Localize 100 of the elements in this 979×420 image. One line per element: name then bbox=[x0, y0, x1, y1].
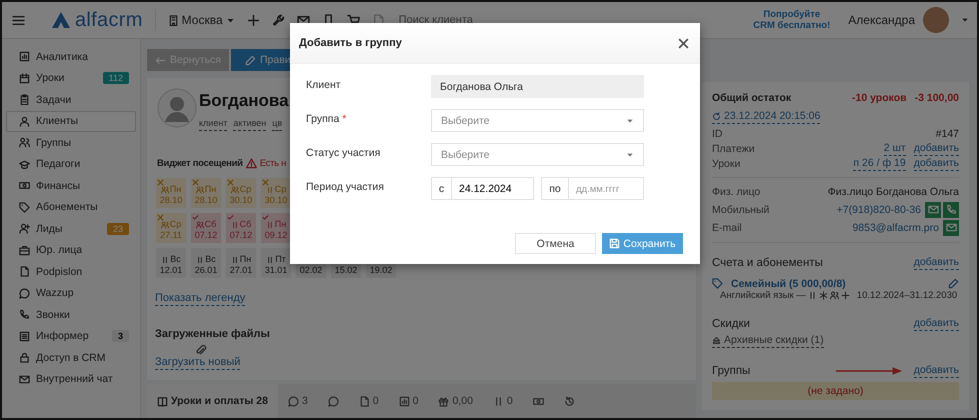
caret-icon[interactable] bbox=[961, 16, 969, 24]
close-button[interactable] bbox=[677, 36, 690, 50]
logo-icon bbox=[51, 11, 71, 29]
upload-link[interactable]: Загрузить новый bbox=[155, 356, 240, 370]
save-button[interactable]: Сохранить bbox=[602, 233, 683, 254]
chat-bubble-icon bbox=[19, 288, 30, 299]
field-label: Период участия bbox=[306, 181, 384, 193]
sidebar-item[interactable]: Юр. лица bbox=[6, 240, 136, 261]
section-title: Группы bbox=[712, 364, 750, 377]
asterisk-icon bbox=[818, 290, 828, 300]
menu-icon[interactable] bbox=[12, 14, 25, 26]
tab[interactable]: 0 bbox=[348, 384, 389, 418]
value-link[interactable]: добавить bbox=[914, 142, 959, 156]
date-field[interactable]: дд.мм.гггг bbox=[569, 177, 644, 200]
tab[interactable]: 0,00 bbox=[428, 384, 483, 418]
sidebar-item[interactable]: Podpislon bbox=[6, 261, 136, 282]
attendance-cell[interactable]: Пн 27.01 bbox=[226, 248, 256, 278]
add-link[interactable]: добавить bbox=[914, 316, 959, 331]
envelope-icon bbox=[928, 204, 938, 216]
status-tag[interactable]: активен bbox=[233, 117, 266, 132]
sidebar-item[interactable]: Аналитика bbox=[6, 46, 136, 68]
pencil-icon[interactable] bbox=[948, 278, 959, 290]
legend-link[interactable]: Показать легенду bbox=[155, 292, 246, 306]
users-icon bbox=[19, 137, 30, 148]
save-icon bbox=[609, 238, 620, 249]
caret-icon bbox=[626, 150, 634, 158]
sidebar-item[interactable]: Лиды 23 bbox=[6, 218, 136, 240]
sidebar-item[interactable]: Доступ в CRM bbox=[6, 347, 136, 368]
sidebar-item[interactable]: Wazzup bbox=[6, 282, 136, 304]
sidebar-item[interactable]: Клиенты bbox=[6, 110, 136, 132]
envelope-icon bbox=[946, 222, 956, 234]
field-label: Физ. лицо bbox=[712, 186, 760, 198]
add-link[interactable]: добавить bbox=[914, 256, 959, 270]
check-icon bbox=[227, 214, 234, 222]
field-value: Физ.лицо Богданова Ольга bbox=[828, 186, 959, 198]
tab[interactable]: 0 bbox=[388, 384, 428, 418]
wrench-icon[interactable] bbox=[272, 14, 285, 26]
attendance-cell[interactable]: Ср 27.11 bbox=[156, 213, 186, 244]
sidebar-item[interactable]: Задачи bbox=[6, 89, 136, 110]
avatar-icon bbox=[157, 88, 197, 128]
value-link[interactable]: добавить bbox=[914, 157, 959, 172]
envelope-icon bbox=[19, 374, 30, 385]
user-icon bbox=[19, 116, 30, 127]
attendance-cell[interactable]: Пн 09.12 bbox=[261, 213, 291, 244]
attendance-cell[interactable]: Сб 07.12 bbox=[226, 213, 256, 244]
status-tag[interactable]: клиент bbox=[199, 117, 228, 132]
archive-link[interactable]: Архивные скидки (1) bbox=[712, 334, 824, 348]
attendance-cell[interactable]: Пт 31.01 bbox=[261, 248, 291, 278]
phone-icon bbox=[19, 309, 30, 320]
subscription-name[interactable]: Семейный (5 000,00/8) bbox=[731, 278, 846, 290]
select-field[interactable]: Выберите bbox=[431, 109, 644, 132]
plus-icon bbox=[840, 290, 850, 300]
status-tag[interactable]: цв bbox=[272, 117, 282, 132]
search-field[interactable]: Поиск клиента bbox=[396, 13, 521, 27]
paperclip-icon bbox=[195, 344, 207, 356]
promo-link[interactable]: Попробуйте CRM бесплатно! bbox=[753, 9, 830, 31]
updated-link[interactable]: 23.12.2024 20:15:06 bbox=[712, 110, 820, 124]
user-name[interactable]: Александра bbox=[848, 13, 915, 27]
value-link[interactable]: п 26 / ф 19 bbox=[853, 157, 906, 172]
attendance-cell[interactable]: Ср 30.10 bbox=[261, 178, 291, 208]
attendance-cell[interactable]: Вс 12.01 bbox=[156, 248, 186, 278]
sidebar-item[interactable]: Группы bbox=[6, 132, 136, 154]
avatar[interactable] bbox=[923, 7, 949, 33]
attendance-cell[interactable]: Ср 30.10 bbox=[226, 178, 256, 208]
add-link[interactable]: добавить bbox=[914, 364, 959, 378]
value-link[interactable]: 2 шт bbox=[884, 142, 906, 156]
count-badge: 3 bbox=[112, 330, 129, 342]
tab[interactable]: 3 bbox=[278, 384, 318, 418]
arrow-left-icon bbox=[155, 54, 166, 66]
empty-notice: (не задано) bbox=[712, 382, 959, 400]
call-button[interactable] bbox=[943, 202, 959, 218]
client-name: Богданова bbox=[199, 91, 289, 112]
field-value[interactable]: +7(918)820-80-36 bbox=[836, 204, 921, 216]
date-field[interactable]: 24.12.2024 bbox=[452, 177, 534, 200]
chart-icon bbox=[19, 51, 30, 62]
sidebar-item[interactable]: Абонементы bbox=[6, 196, 136, 218]
warning-text: Есть н bbox=[260, 158, 286, 170]
message-button[interactable] bbox=[925, 202, 941, 218]
sidebar-item[interactable]: Звонки bbox=[6, 304, 136, 326]
city-dropdown[interactable]: Москва bbox=[168, 13, 235, 27]
message-button[interactable] bbox=[943, 220, 959, 236]
sidebar-item[interactable]: Уроки 112 bbox=[6, 68, 136, 89]
sidebar-item[interactable]: Внутренний чат bbox=[6, 368, 136, 390]
sidebar-item[interactable]: Информер 3 bbox=[6, 326, 136, 347]
field-value[interactable]: 9853@alfacrm.pro bbox=[852, 222, 939, 234]
plus-icon[interactable] bbox=[246, 14, 260, 26]
select-field[interactable]: Выберите bbox=[431, 143, 644, 166]
logo-text: alfacrm bbox=[75, 8, 143, 32]
attendance-cell[interactable]: Вс 26.01 bbox=[191, 248, 221, 278]
tab[interactable]: 0 bbox=[482, 384, 523, 418]
cancel-button[interactable]: Отмена bbox=[515, 233, 596, 254]
sidebar-item[interactable]: Финансы bbox=[6, 175, 136, 196]
sidebar-item[interactable]: Педагоги bbox=[6, 154, 136, 175]
attendance-cell[interactable]: Пн 28.10 bbox=[156, 178, 186, 208]
attendance-cell[interactable]: Пн 28.10 bbox=[191, 178, 221, 208]
period-text: 10.12.2024–31.12.2030 bbox=[856, 290, 958, 301]
attendance-cell[interactable]: Сб 07.12 bbox=[191, 213, 221, 244]
refresh-icon bbox=[712, 112, 721, 121]
tab[interactable]: Уроки и оплаты 28 bbox=[147, 384, 278, 418]
cap-icon bbox=[19, 158, 30, 170]
